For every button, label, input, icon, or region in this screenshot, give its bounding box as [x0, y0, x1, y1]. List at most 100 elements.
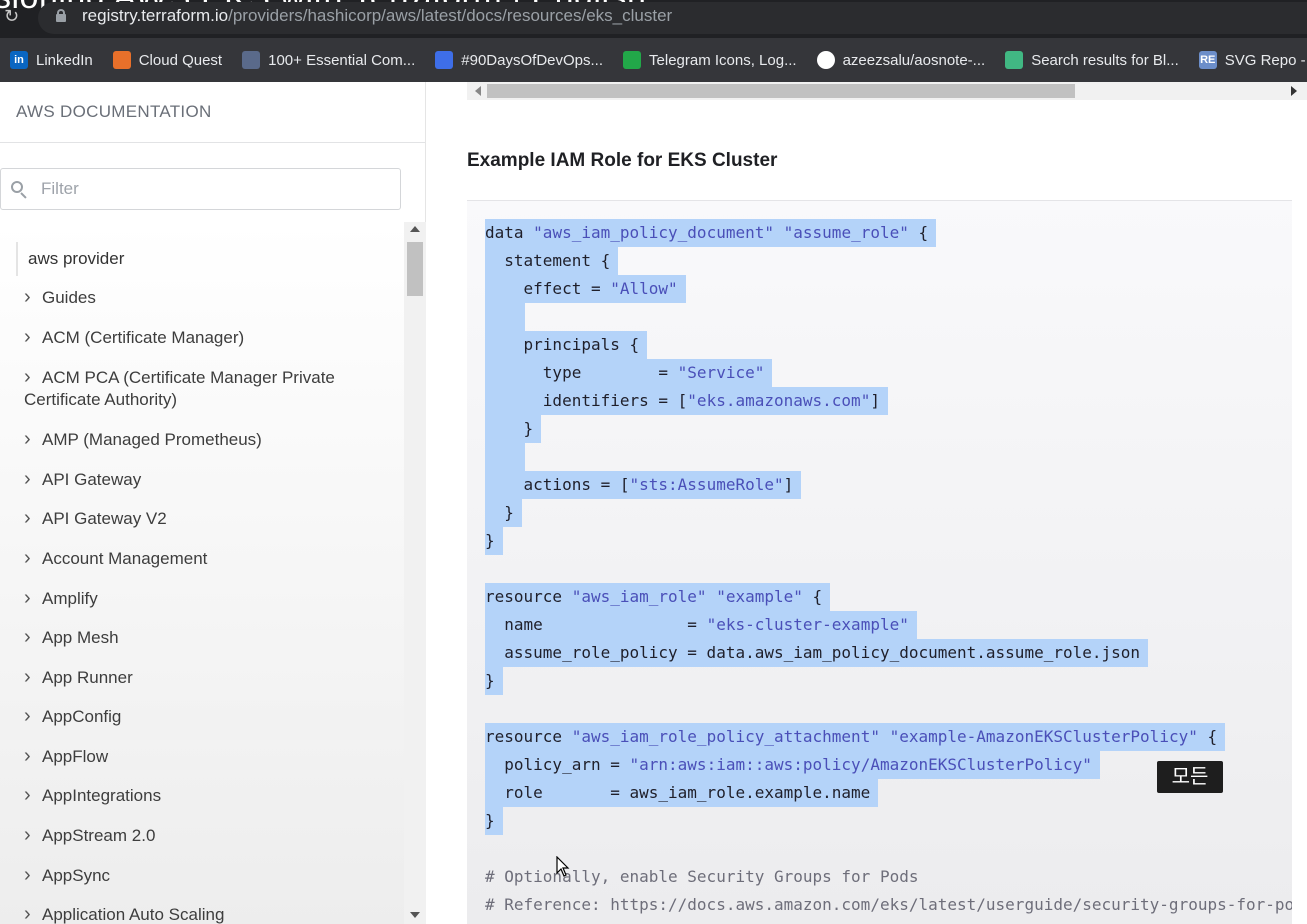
- chevron-right-icon: ›: [24, 507, 31, 529]
- main-content: Example IAM Role for EKS Cluster data "a…: [427, 82, 1307, 924]
- tooltip: 모든: [1157, 761, 1223, 793]
- search-results-icon: [1005, 51, 1024, 69]
- reload-icon[interactable]: ↻: [4, 6, 24, 26]
- filter-input[interactable]: [41, 177, 381, 201]
- chevron-right-icon: ›: [24, 547, 31, 569]
- code-line: }: [485, 527, 503, 555]
- nav-item[interactable]: › AppFlow: [24, 745, 374, 768]
- nav-item-label: AppIntegrations: [42, 786, 162, 805]
- scrollbar-thumb[interactable]: [407, 242, 423, 296]
- url-host: registry.terraform.io: [82, 6, 229, 25]
- horizontal-scrollbar-thumb[interactable]: [487, 84, 1075, 98]
- nav-item-label: Guides: [42, 288, 96, 307]
- bookmark-label: SVG Repo -: [1224, 51, 1306, 69]
- url-path: /providers/hashicorp/aws/latest/docs/res…: [228, 6, 673, 25]
- chevron-right-icon: ›: [24, 745, 31, 767]
- code-line: }: [485, 667, 503, 695]
- nav-item[interactable]: › App Runner: [24, 666, 374, 689]
- filter-box[interactable]: [0, 168, 401, 210]
- essential-commands-icon: [242, 51, 261, 69]
- chevron-right-icon: ›: [24, 824, 31, 846]
- code-line: policy_arn = "arn:aws:iam::aws:policy/Am…: [485, 751, 1100, 779]
- bookmark-label: #90DaysOfDevOps...: [461, 51, 604, 69]
- scroll-left-arrow-icon[interactable]: [475, 86, 481, 96]
- nav-item[interactable]: › API Gateway: [24, 468, 374, 491]
- bookmarks-bar: in LinkedIn Cloud Quest 100+ Essential Com.…: [0, 38, 1307, 82]
- nav-item-label: ACM (Certificate Manager): [42, 328, 245, 347]
- chevron-right-icon: ›: [24, 587, 31, 609]
- chevron-right-icon: ›: [24, 468, 31, 490]
- nav-item[interactable]: › App Mesh: [24, 626, 374, 649]
- code-line: resource "aws_iam_role_policy_attachment…: [485, 723, 1226, 751]
- bookmark-label: azeezsalu/aosnote-...: [842, 51, 986, 69]
- code-line: statement {: [485, 247, 619, 275]
- code-line: effect = "Allow": [485, 275, 686, 303]
- code-block[interactable]: data "aws_iam_policy_document" "assume_r…: [467, 200, 1292, 924]
- nav-item-label: AppSync: [42, 866, 111, 885]
- nav-item[interactable]: › AppStream 2.0: [24, 824, 374, 847]
- nav-item[interactable]: › AppSync: [24, 864, 374, 887]
- svg-repo-icon: RE: [1198, 51, 1217, 69]
- bookmark-item[interactable]: Telegram Icons, Log...: [613, 45, 807, 75]
- bookmark-item[interactable]: 100+ Essential Com...: [232, 45, 425, 75]
- bookmark-item[interactable]: in LinkedIn: [0, 45, 103, 75]
- nav-item-label: AppConfig: [42, 707, 122, 726]
- code-comment-line: # Optionally, enable Security Groups for…: [485, 867, 919, 886]
- nav-item[interactable]: › ACM PCA (Certificate Manager Private Ce…: [24, 366, 374, 411]
- nav-root-aws-provider[interactable]: aws provider: [16, 242, 124, 276]
- nav-item[interactable]: › API Gateway V2: [24, 507, 374, 530]
- chevron-right-icon: ›: [24, 626, 31, 648]
- scroll-right-arrow-icon[interactable]: [1291, 86, 1297, 96]
- bookmark-item[interactable]: Cloud Quest: [103, 45, 232, 75]
- chevron-right-icon: ›: [24, 326, 31, 348]
- nav-item-label: API Gateway V2: [42, 509, 167, 528]
- sidebar-scrollbar[interactable]: [404, 222, 426, 924]
- browser-toolbar: sioning AWS EKS with Terraform | English…: [0, 0, 1307, 38]
- bookmark-label: LinkedIn: [36, 51, 93, 69]
- chevron-right-icon: ›: [24, 366, 31, 388]
- nav-item[interactable]: › AMP (Managed Prometheus): [24, 428, 374, 451]
- code-line: }: [485, 499, 522, 527]
- nav-item-label: ACM PCA (Certificate Manager Private Cer…: [24, 368, 335, 409]
- scroll-up-arrow-icon[interactable]: [410, 226, 420, 232]
- nav-item[interactable]: › AppIntegrations: [24, 784, 374, 807]
- code-line: data "aws_iam_policy_document" "assume_r…: [485, 219, 937, 247]
- code-line: }: [485, 415, 542, 443]
- chevron-right-icon: ›: [24, 903, 31, 924]
- scroll-down-arrow-icon[interactable]: [410, 912, 420, 918]
- code-line: name = "eks-cluster-example": [485, 611, 917, 639]
- nav-item[interactable]: › ACM (Certificate Manager): [24, 326, 374, 349]
- bookmark-label: Telegram Icons, Log...: [649, 51, 797, 69]
- code-line: }: [485, 807, 503, 835]
- lock-icon[interactable]: [56, 9, 66, 22]
- nav-item-label: AppStream 2.0: [42, 826, 156, 845]
- horizontal-scrollbar[interactable]: [467, 82, 1307, 100]
- nav-item[interactable]: › Account Management: [24, 547, 374, 570]
- code-line: role = aws_iam_role.example.name: [485, 779, 879, 807]
- mouse-cursor-icon: [556, 856, 570, 877]
- chevron-right-icon: ›: [24, 705, 31, 727]
- telegram-icons-icon: [623, 51, 642, 69]
- nav-item-label: AMP (Managed Prometheus): [42, 430, 262, 449]
- code-line: resource "aws_iam_role" "example" {: [485, 583, 831, 611]
- nav-item[interactable]: › Application Auto Scaling: [24, 903, 374, 924]
- nav-item-label: App Mesh: [42, 628, 119, 647]
- address-bar-url[interactable]: registry.terraform.io/providers/hashicor…: [82, 6, 672, 26]
- bookmark-label: Search results for Bl...: [1031, 51, 1179, 69]
- code-line: actions = ["sts:AssumeRole"]: [485, 471, 802, 499]
- nav-item-label: Application Auto Scaling: [42, 905, 225, 924]
- bookmark-item[interactable]: azeezsalu/aosnote-...: [807, 45, 996, 75]
- code-line: [485, 443, 525, 471]
- app-window: sioning AWS EKS with Terraform | English…: [0, 0, 1307, 924]
- nav-item[interactable]: › Guides: [24, 286, 374, 309]
- nav-item-label: API Gateway: [42, 470, 142, 489]
- bookmark-item[interactable]: #90DaysOfDevOps...: [425, 45, 613, 75]
- nav-item[interactable]: › Amplify: [24, 587, 374, 610]
- github-icon: [816, 51, 835, 69]
- nav-item-label: Amplify: [42, 589, 98, 608]
- nav-item-label: Account Management: [42, 549, 208, 568]
- code-line: type = "Service": [485, 359, 773, 387]
- nav-item[interactable]: › AppConfig: [24, 705, 374, 728]
- bookmark-item[interactable]: RE SVG Repo -: [1189, 45, 1307, 75]
- bookmark-item[interactable]: Search results for Bl...: [995, 45, 1189, 75]
